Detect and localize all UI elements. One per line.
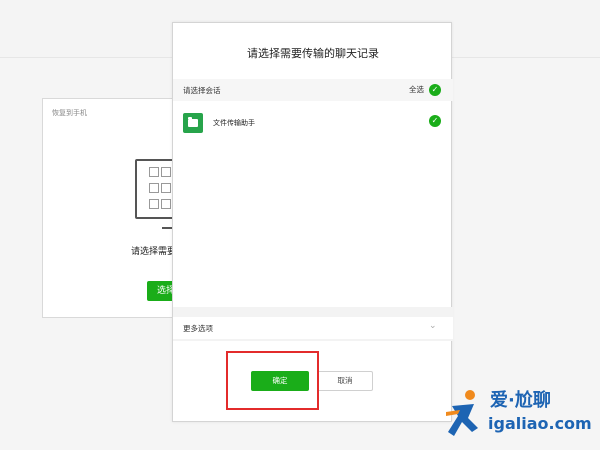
file-transfer-avatar [183,113,203,133]
panel-title: 恢复到手机 [52,109,87,117]
monitor-cell [149,183,159,193]
restore-to-phone-panel: 恢复到手机 请选择需要 选择 [42,98,215,318]
monitor-cell [161,183,171,193]
monitor-cell [161,199,171,209]
more-options-row[interactable]: 更多选项 ⌄ [173,317,453,339]
chat-list-item[interactable]: 文件传输助手 ✓ [173,107,453,141]
confirm-highlight-box [226,351,319,410]
chevron-down-icon: ⌄ [429,321,437,331]
watermark-brand: 爱·尬聊 [490,390,551,411]
select-all-check-icon[interactable]: ✓ [429,84,441,96]
cancel-button[interactable]: 取消 [317,371,373,391]
watermark: 爱·尬聊 igaliao.com [440,380,600,450]
watermark-url: igaliao.com [488,414,592,433]
monitor-cell [161,167,171,177]
chat-list-header: 请选择会话 全选 ✓ [173,79,453,101]
select-all-label[interactable]: 全选 [409,84,424,95]
folder-icon [188,117,198,127]
dialog-title: 请选择需要传输的聊天记录 [247,47,379,60]
list-header-label: 请选择会话 [183,86,221,95]
chat-name: 文件传输助手 [213,119,255,127]
monitor-cell [149,167,159,177]
runner-logo-icon [446,390,478,436]
chat-check-icon[interactable]: ✓ [429,115,441,127]
monitor-cell [149,199,159,209]
more-options-label: 更多选项 [183,324,213,333]
